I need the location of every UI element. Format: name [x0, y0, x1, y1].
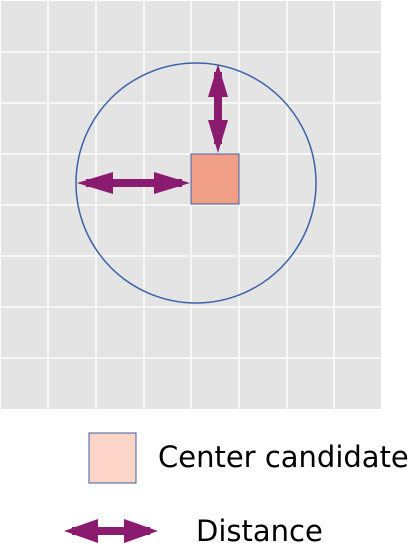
- legend-distance-label: Distance: [196, 514, 323, 543]
- diagram: Center candidate Distance: [1, 1, 409, 543]
- legend-center-swatch: [88, 432, 137, 484]
- legend-center-label: Center candidate: [158, 440, 409, 474]
- legend: Center candidate Distance: [64, 432, 409, 543]
- double-headed-arrow-icon: [64, 519, 158, 543]
- center-candidate-cell: [190, 153, 240, 205]
